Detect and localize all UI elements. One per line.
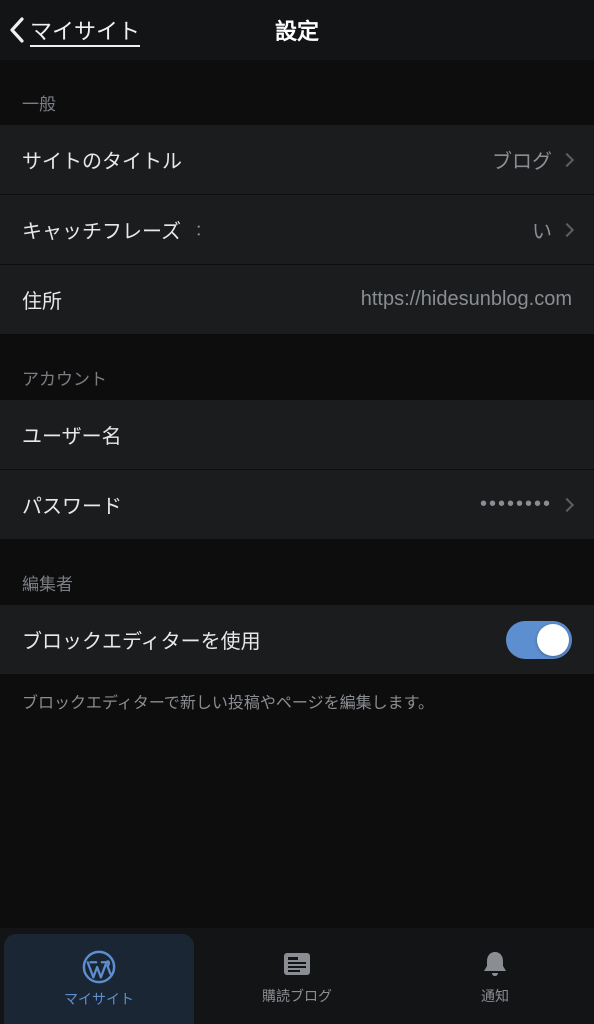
toggle-knob: [537, 624, 569, 656]
reader-icon: [280, 947, 314, 981]
wordpress-icon: [82, 950, 116, 984]
chevron-right-icon: [560, 222, 574, 236]
row-tagline[interactable]: キャッチフレーズ ： い: [0, 195, 594, 265]
chevron-right-icon: [560, 152, 574, 166]
chevron-right-icon: [560, 497, 574, 511]
row-password[interactable]: パスワード ••••••••: [0, 470, 594, 540]
row-address[interactable]: 住所 https://hidesunblog.com: [0, 265, 594, 335]
tab-label: 通知: [481, 986, 509, 1006]
row-site-title[interactable]: サイトのタイトル ブログ: [0, 125, 594, 195]
tagline-hint: ：: [195, 219, 211, 240]
chevron-left-icon: [8, 16, 26, 44]
section-header-general: 一般: [0, 60, 594, 125]
row-label: ブロックエディターを使用: [22, 625, 261, 654]
tab-mysite[interactable]: マイサイト: [4, 934, 194, 1024]
back-button[interactable]: マイサイト: [0, 14, 140, 46]
row-label: 住所: [22, 285, 62, 314]
row-value: ブログ: [492, 145, 552, 174]
block-editor-toggle[interactable]: [506, 621, 572, 659]
password-dots: ••••••••: [480, 493, 552, 516]
page-title: 設定: [275, 14, 319, 46]
bell-icon: [478, 947, 512, 981]
row-block-editor: ブロックエディターを使用: [0, 605, 594, 675]
row-label: キャッチフレーズ: [22, 215, 181, 244]
tab-label: マイサイト: [64, 989, 134, 1009]
editor-footnote: ブロックエディターで新しい投稿やページを編集します。: [0, 675, 594, 727]
row-label: ユーザー名: [22, 420, 122, 449]
row-username[interactable]: ユーザー名: [0, 400, 594, 470]
tab-reader[interactable]: 購読ブログ: [198, 928, 396, 1024]
row-label: パスワード: [22, 490, 122, 519]
row-value: い: [532, 215, 552, 244]
tab-notifications[interactable]: 通知: [396, 928, 594, 1024]
row-value: https://hidesunblog.com: [361, 288, 572, 311]
row-label: サイトのタイトル: [22, 145, 182, 174]
section-header-account: アカウント: [0, 335, 594, 400]
tab-label: 購読ブログ: [262, 986, 332, 1006]
back-label: マイサイト: [30, 14, 140, 46]
tab-bar: マイサイト 購読ブログ 通知: [0, 928, 594, 1024]
nav-bar: マイサイト 設定: [0, 0, 594, 60]
section-header-editor: 編集者: [0, 540, 594, 605]
